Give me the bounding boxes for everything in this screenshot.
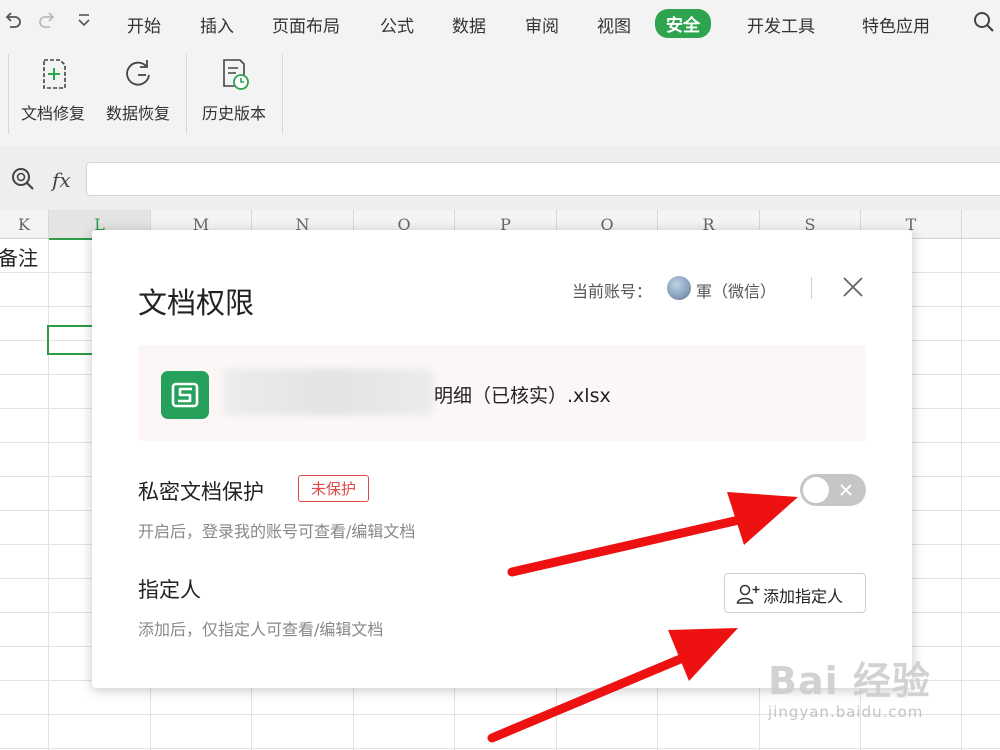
document-repair-label: 文档修复	[20, 104, 85, 123]
formula-input[interactable]	[86, 162, 1000, 196]
menu-item-page-layout[interactable]: 页面布局	[272, 12, 340, 37]
spreadsheet-file-icon	[161, 371, 209, 419]
close-icon	[838, 477, 854, 508]
designee-description: 添加后，仅指定人可查看/编辑文档	[138, 620, 384, 639]
add-user-icon	[736, 583, 760, 609]
private-protection-title: 私密文档保护	[138, 480, 264, 504]
menu-item-view[interactable]: 视图	[597, 12, 631, 37]
fx-label[interactable]: fx	[52, 168, 71, 192]
menu-item-developer[interactable]: 开发工具	[747, 12, 815, 37]
search-icon[interactable]	[972, 10, 996, 39]
account-name[interactable]: 軍（微信）	[696, 278, 776, 302]
column-header-k[interactable]: K	[0, 210, 49, 238]
menu-bar: 开始 插入 页面布局 公式 数据 审阅 视图 安全 开发工具 特色应用	[0, 0, 1000, 46]
toggle-knob	[803, 477, 829, 503]
designee-title: 指定人	[138, 578, 201, 602]
menu-item-home[interactable]: 开始	[127, 12, 161, 37]
file-name-blurred	[224, 369, 434, 415]
document-repair-icon	[43, 59, 66, 89]
formula-bar: fx	[0, 146, 1000, 210]
account-label: 当前账号：	[572, 282, 653, 301]
data-recovery-label: 数据恢复	[105, 104, 170, 123]
status-badge: 未保护	[298, 475, 370, 502]
file-info-box: 明细（已核实）.xlsx	[138, 345, 866, 441]
history-version-button[interactable]: 历史版本	[194, 56, 274, 124]
baidu-watermark: Bai 经验 jingyan.baidu.com	[768, 650, 931, 721]
watermark-url: jingyan.baidu.com	[768, 703, 924, 721]
private-protection-description: 开启后，登录我的账号可查看/编辑文档	[138, 522, 416, 541]
dialog-title: 文档权限	[138, 286, 255, 320]
ribbon-toolbar: 文档修复 数据恢复 历史版本	[0, 46, 1000, 147]
cell-k1[interactable]: 备注	[0, 242, 38, 271]
history-version-label: 历史版本	[201, 104, 266, 123]
redo-icon[interactable]	[38, 11, 56, 34]
document-repair-button[interactable]: 文档修复	[13, 56, 93, 124]
menu-item-security[interactable]: 安全	[655, 9, 711, 38]
avatar	[667, 276, 691, 300]
private-protection-toggle[interactable]	[800, 474, 866, 506]
menu-item-formula[interactable]: 公式	[380, 12, 414, 37]
ribbon-divider	[282, 54, 283, 134]
add-designee-label: 添加指定人	[763, 587, 844, 606]
watermark-logo: Bai 经验	[768, 659, 931, 703]
close-icon[interactable]	[840, 274, 866, 300]
zoom-icon[interactable]	[10, 166, 36, 196]
menu-item-data[interactable]: 数据	[452, 12, 486, 37]
ribbon-divider	[8, 54, 9, 134]
menu-item-insert[interactable]: 插入	[200, 12, 234, 37]
ribbon-divider	[186, 54, 187, 134]
undo-icon[interactable]	[4, 11, 22, 34]
data-recovery-icon	[126, 60, 150, 86]
menu-item-special-apps[interactable]: 特色应用	[862, 12, 930, 37]
header-divider	[811, 277, 812, 299]
menu-item-review[interactable]: 审阅	[525, 12, 559, 37]
data-recovery-button[interactable]: 数据恢复	[98, 56, 178, 124]
chevron-down-icon[interactable]	[76, 11, 92, 34]
add-designee-button[interactable]: 添加指定人	[724, 573, 866, 613]
file-name: 明细（已核实）.xlsx	[434, 385, 611, 407]
document-permission-dialog: 文档权限 当前账号： 軍（微信） 明细（已核实）.xlsx 私密文档保护 未保护…	[92, 230, 912, 688]
history-version-icon	[223, 59, 249, 90]
